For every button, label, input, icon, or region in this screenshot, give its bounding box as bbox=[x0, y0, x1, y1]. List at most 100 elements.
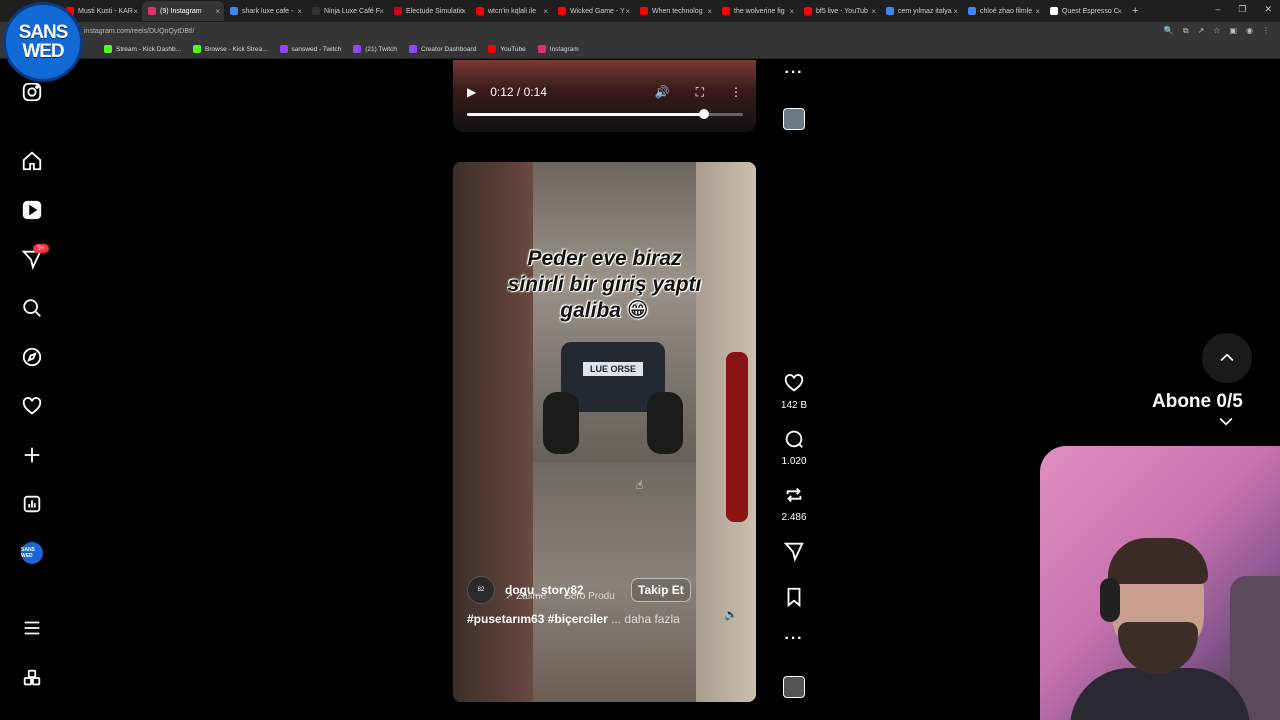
home-icon[interactable] bbox=[18, 147, 46, 175]
menu-icon[interactable]: ⋮ bbox=[1262, 26, 1270, 36]
bookmark-item[interactable]: YouTube bbox=[488, 45, 526, 53]
more-options-icon[interactable]: ··· bbox=[778, 630, 810, 648]
reel-red-object bbox=[726, 352, 748, 522]
browser-tab[interactable]: shark luxe cafe - × bbox=[224, 1, 306, 21]
tractor-wheel-left bbox=[543, 392, 579, 454]
bookmark-item[interactable]: Instagram bbox=[537, 45, 579, 53]
bookmark-favicon-icon bbox=[104, 45, 112, 53]
save-action[interactable] bbox=[778, 586, 810, 608]
volume-icon[interactable]: 🔊 bbox=[655, 85, 670, 100]
tab-close-icon[interactable]: × bbox=[297, 7, 302, 16]
video-seek-bar[interactable] bbox=[467, 109, 743, 119]
heart-icon[interactable] bbox=[18, 392, 46, 420]
tab-close-icon[interactable]: × bbox=[871, 7, 876, 16]
browser-tab[interactable]: chloé zhao filmle × bbox=[962, 1, 1044, 21]
reels-icon[interactable] bbox=[18, 196, 46, 224]
send-icon[interactable] bbox=[783, 540, 805, 562]
browser-tab[interactable]: (9) Instagram × bbox=[142, 1, 224, 21]
bookmark-icon[interactable] bbox=[783, 586, 805, 608]
share-action[interactable] bbox=[778, 540, 810, 562]
fullscreen-icon[interactable]: ⛶ bbox=[696, 85, 704, 100]
tab-close-icon[interactable]: × bbox=[215, 7, 220, 16]
tab-close-icon[interactable]: × bbox=[133, 7, 138, 16]
mute-icon[interactable]: 🔉 bbox=[724, 608, 738, 621]
browser-tab[interactable]: Quest Espresso C × bbox=[1044, 1, 1126, 21]
bookmark-favicon-icon bbox=[279, 45, 288, 53]
search-icon[interactable] bbox=[18, 294, 46, 322]
extension-icon[interactable]: ▣ bbox=[1229, 26, 1237, 36]
play-icon[interactable]: ▶ bbox=[467, 85, 476, 99]
minimize-icon[interactable]: – bbox=[1215, 4, 1220, 15]
browser-tab[interactable]: wtcn'in kqlali ile × bbox=[470, 1, 552, 21]
tab-favicon-icon bbox=[148, 7, 156, 15]
bookmark-favicon-icon bbox=[353, 45, 362, 53]
browser-tab[interactable]: the wolverine fig × bbox=[716, 1, 798, 21]
tab-favicon-icon bbox=[640, 7, 648, 15]
browser-tab[interactable]: Wicked Game - Y × bbox=[552, 1, 634, 21]
tab-label: bf5 live - YouTub bbox=[816, 7, 868, 15]
browser-tab[interactable]: bf5 live - YouTub × bbox=[798, 1, 880, 21]
browser-tab[interactable]: When technolog × bbox=[634, 1, 716, 21]
tab-close-icon[interactable]: × bbox=[789, 7, 794, 16]
restore-icon[interactable]: ❐ bbox=[1238, 4, 1246, 15]
bookmark-item[interactable]: sanswed - Twitch bbox=[279, 45, 341, 53]
follow-button[interactable]: Takip Et bbox=[631, 578, 691, 602]
tab-close-icon[interactable]: × bbox=[1035, 7, 1040, 16]
audio-artist: ↗ Zalime bbox=[505, 591, 547, 602]
browser-tab-bar: Musti Kusti - KAR × (9) Instagram × shark lu… bbox=[0, 0, 1280, 22]
reel-hashtags[interactable]: #pusetarım63 #biçerciler bbox=[467, 612, 608, 626]
profile-icon[interactable]: ◉ bbox=[1246, 26, 1253, 36]
audio-thumbnail[interactable] bbox=[778, 676, 810, 698]
tab-close-icon[interactable]: × bbox=[461, 7, 466, 16]
tab-close-icon[interactable]: × bbox=[707, 7, 712, 16]
tractor-wheel-right bbox=[647, 392, 683, 454]
close-window-icon[interactable]: ✕ bbox=[1264, 4, 1272, 15]
hamburger-menu-icon[interactable] bbox=[18, 614, 46, 642]
browser-tab[interactable]: cem yılmaz italya × bbox=[880, 1, 962, 21]
heart-icon[interactable] bbox=[783, 372, 805, 394]
streamer-webcam bbox=[1040, 446, 1280, 720]
star-icon[interactable]: ☆ bbox=[1213, 26, 1220, 36]
caption-line-1: Peder eve biraz bbox=[527, 247, 682, 270]
tab-close-icon[interactable]: × bbox=[953, 7, 958, 16]
tab-favicon-icon bbox=[886, 7, 894, 15]
repost-action[interactable]: 2.486 bbox=[778, 484, 810, 523]
browser-tab[interactable]: Electude Simulatio × bbox=[388, 1, 470, 21]
tab-favicon-icon bbox=[476, 7, 484, 15]
tab-close-icon[interactable]: × bbox=[379, 7, 384, 16]
dashboard-icon[interactable] bbox=[18, 490, 46, 518]
repost-icon[interactable] bbox=[783, 484, 805, 506]
bookmark-favicon-icon bbox=[193, 45, 202, 53]
apps-grid-icon[interactable] bbox=[18, 664, 46, 692]
share-icon[interactable]: ↗ bbox=[1198, 26, 1205, 36]
new-tab-icon[interactable]: + bbox=[1132, 5, 1138, 17]
url-text[interactable]: instagram.com/reels/DUQnQytDBtl/ bbox=[84, 28, 194, 35]
profile-avatar[interactable]: SANS WED bbox=[18, 539, 46, 567]
bookmark-item[interactable]: Creator Dashboard bbox=[408, 45, 476, 53]
previous-reel-video[interactable]: ▶ 0:12 / 0:14 🔊 ⛶ ⋮ bbox=[453, 60, 756, 132]
reel-audio-info[interactable]: ↗ Zalime Sero Produ bbox=[505, 591, 615, 602]
instagram-icon[interactable] bbox=[18, 78, 46, 106]
zoom-icon[interactable]: 🔍 bbox=[1164, 26, 1174, 36]
browser-tab[interactable]: Ninja Luxe Café F × bbox=[306, 1, 388, 21]
bookmark-item[interactable]: (21) Twitch bbox=[353, 45, 397, 53]
prev-reel-audio-thumb[interactable] bbox=[778, 108, 810, 130]
comment-action[interactable]: 1.020 bbox=[778, 428, 810, 467]
next-reel-button[interactable] bbox=[1216, 411, 1238, 433]
tab-label: Musti Kusti - KAR bbox=[78, 7, 133, 15]
comment-icon[interactable] bbox=[783, 428, 805, 450]
bookmark-item[interactable]: Stream - Kick Dashb... bbox=[104, 45, 181, 53]
more-options-icon[interactable]: ⋮ bbox=[730, 85, 742, 100]
tab-close-icon[interactable]: × bbox=[625, 7, 630, 16]
owner-avatar[interactable]: 82 bbox=[467, 576, 495, 604]
more-options-top-icon[interactable]: ··· bbox=[778, 64, 810, 82]
explore-icon[interactable] bbox=[18, 343, 46, 371]
create-icon[interactable] bbox=[18, 441, 46, 469]
more-link[interactable]: ... daha fazla bbox=[611, 612, 680, 626]
tab-close-icon[interactable]: × bbox=[1117, 7, 1122, 16]
tab-close-icon[interactable]: × bbox=[543, 7, 548, 16]
previous-reel-button[interactable] bbox=[1202, 333, 1252, 383]
cast-icon[interactable]: ⧉ bbox=[1183, 26, 1189, 36]
bookmark-item[interactable]: Browse - Kick Strea... bbox=[193, 45, 268, 53]
like-action[interactable]: 142 B bbox=[778, 372, 810, 411]
